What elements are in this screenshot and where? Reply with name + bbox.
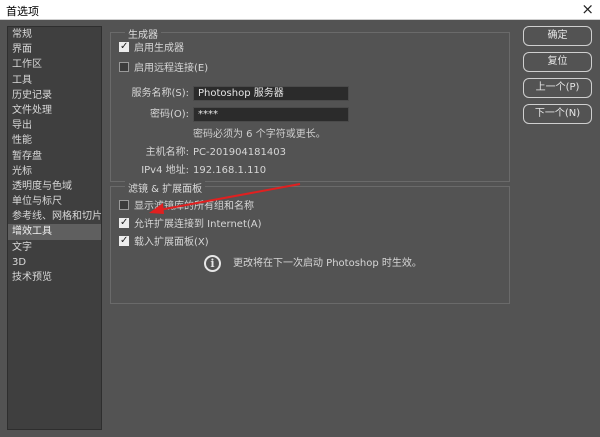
host-name-value: PC-201904181403 <box>193 147 286 158</box>
ipv4-value: 192.168.1.110 <box>193 165 267 176</box>
load-panels-checkbox[interactable]: 载入扩展面板(X) <box>119 233 209 250</box>
host-name-label: 主机名称: <box>145 147 189 158</box>
enable-generator-checkbox[interactable]: 启用生成器 <box>119 39 184 56</box>
show-all-filters-label: 显示滤镜库的所有组和名称 <box>134 201 254 212</box>
category-list[interactable]: 常规 界面 工作区 工具 历史记录 文件处理 导出 性能 暂存盘 光标 透明度与色域 单位与标尺 参考线… <box>7 26 102 430</box>
enable-generator-check-icon[interactable] <box>119 39 129 54</box>
generator-group: 生成器 启用生成器 启用远程连接(E) 服务名称(S): Photoshop 服… <box>110 26 510 182</box>
generator-group-title: 生成器 <box>125 26 161 41</box>
dialog-buttons: 确定 复位 上一个(P) 下一个(N) <box>523 26 593 130</box>
close-icon[interactable]: × <box>581 0 594 19</box>
sidebar-item[interactable]: 技术预览 <box>8 270 101 285</box>
sidebar-item[interactable]: 透明度与色域 <box>8 179 101 194</box>
sidebar-item[interactable]: 3D <box>8 255 101 270</box>
password-hint: 密码必须为 6 个字符或更长。 <box>193 129 326 140</box>
sidebar-item[interactable]: 性能 <box>8 133 101 148</box>
allow-internet-label: 允许扩展连接到 Internet(A) <box>134 219 262 230</box>
sidebar-item[interactable]: 光标 <box>8 164 101 179</box>
info-icon: i <box>204 255 221 272</box>
filters-extensions-group: 滤镜 & 扩展面板 显示滤镜库的所有组和名称 允许扩展连接到 Internet(… <box>110 180 510 304</box>
enable-generator-label: 启用生成器 <box>134 43 184 54</box>
sidebar-item[interactable]: 文件处理 <box>8 103 101 118</box>
sidebar-item[interactable]: 参考线、网格和切片 <box>8 209 102 224</box>
allow-internet-checkbox[interactable]: 允许扩展连接到 Internet(A) <box>119 215 262 232</box>
password-input[interactable]: **** <box>193 107 349 122</box>
sidebar-item[interactable]: 文字 <box>8 240 101 255</box>
service-name-input[interactable]: Photoshop 服务器 <box>193 86 349 101</box>
password-label: 密码(O): <box>149 109 189 120</box>
load-panels-check-icon[interactable] <box>119 233 129 248</box>
previous-button[interactable]: 上一个(P) <box>523 78 592 98</box>
title-bar: 首选项 × <box>0 0 600 20</box>
show-all-filters-check-icon[interactable] <box>119 200 129 210</box>
sidebar-item[interactable]: 工具 <box>8 73 101 88</box>
sidebar-item[interactable]: 工作区 <box>8 57 101 72</box>
ok-button[interactable]: 确定 <box>523 26 592 46</box>
sidebar-item[interactable]: 暂存盘 <box>8 149 101 164</box>
sidebar-item[interactable]: 界面 <box>8 42 101 57</box>
enable-remote-check-icon[interactable] <box>119 62 129 72</box>
sidebar-item[interactable]: 常规 <box>8 27 101 42</box>
sidebar-item[interactable]: 导出 <box>8 118 101 133</box>
restart-info-text: 更改将在下一次启动 Photoshop 时生效。 <box>233 258 422 269</box>
enable-remote-label: 启用远程连接(E) <box>134 63 209 74</box>
load-panels-label: 载入扩展面板(X) <box>134 237 209 248</box>
allow-internet-check-icon[interactable] <box>119 215 129 230</box>
next-button[interactable]: 下一个(N) <box>523 104 592 124</box>
sidebar-item[interactable]: 单位与标尺 <box>8 194 101 209</box>
filters-group-title: 滤镜 & 扩展面板 <box>125 180 206 195</box>
service-name-label: 服务名称(S): <box>131 88 189 99</box>
enable-remote-checkbox[interactable]: 启用远程连接(E) <box>119 61 208 76</box>
window-title: 首选项 <box>6 5 39 18</box>
reset-button[interactable]: 复位 <box>523 52 592 72</box>
sidebar-item[interactable]: 增效工具 <box>8 224 101 240</box>
main-panel: 生成器 启用生成器 启用远程连接(E) 服务名称(S): Photoshop 服… <box>110 24 512 430</box>
ipv4-label: IPv4 地址: <box>141 165 189 176</box>
show-all-filters-checkbox[interactable]: 显示滤镜库的所有组和名称 <box>119 199 254 214</box>
sidebar-item[interactable]: 历史记录 <box>8 88 101 103</box>
